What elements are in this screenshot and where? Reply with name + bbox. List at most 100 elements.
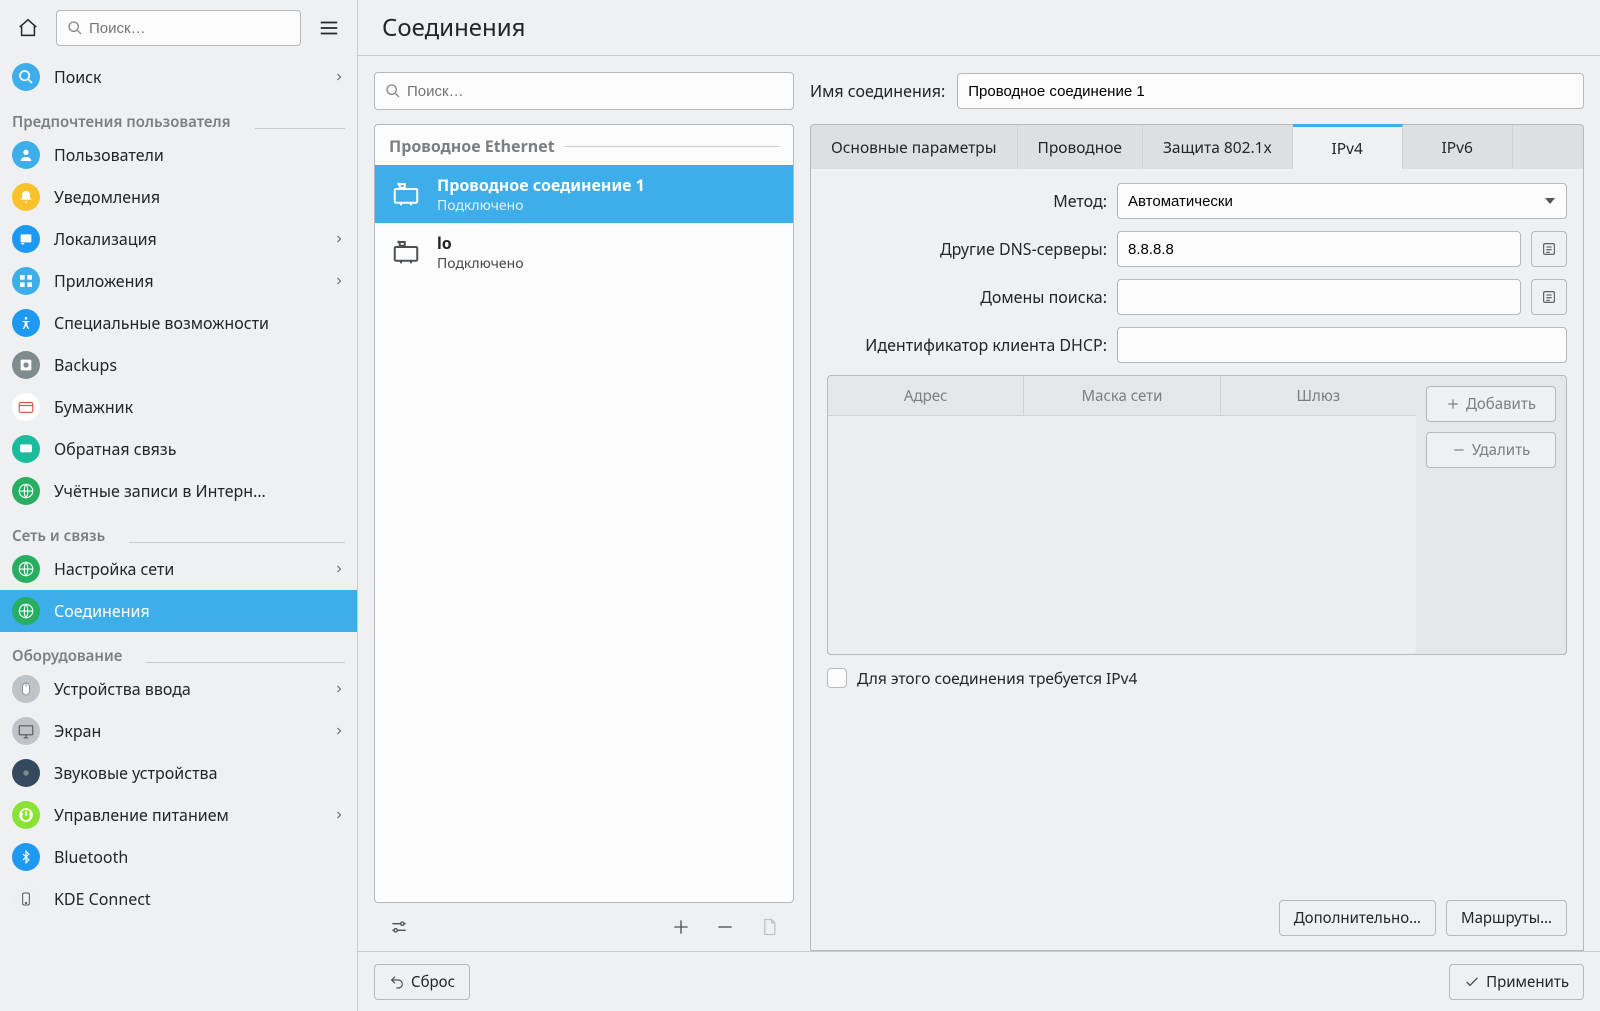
sidebar-category-title: Сеть и связь xyxy=(12,526,105,546)
page-title: Соединения xyxy=(382,11,526,44)
routes-button[interactable]: Маршруты… xyxy=(1446,900,1567,936)
connection-group-title: Проводное Ethernet xyxy=(389,135,555,157)
connection-item[interactable]: lo Подключено xyxy=(375,223,793,281)
export-connection-button[interactable] xyxy=(750,908,788,946)
dns-label: Другие DNS-серверы: xyxy=(827,238,1107,260)
apply-button[interactable]: Применить xyxy=(1449,964,1584,1000)
address-buttons: Добавить Удалить xyxy=(1416,376,1566,654)
dns-input[interactable] xyxy=(1117,231,1521,267)
chevron-right-icon xyxy=(333,683,345,695)
domains-input[interactable] xyxy=(1117,279,1521,315)
tabs: Основные параметрыПроводноеЗащита 802.1x… xyxy=(810,124,1584,169)
ipv4-required-checkbox[interactable] xyxy=(827,668,847,688)
sidebar-item-label: Бумажник xyxy=(54,396,133,418)
method-select[interactable]: Автоматически xyxy=(1117,183,1567,219)
sidebar-item[interactable]: Звуковые устройства xyxy=(0,752,357,794)
sidebar-item-label: Пользователи xyxy=(54,144,164,166)
form-body: Метод: Автоматически Другие DNS-серверы: xyxy=(810,169,1584,951)
connection-status: Подключено xyxy=(437,196,645,215)
sidebar-item[interactable]: Учётные записи в Интерн… xyxy=(0,470,357,512)
undo-icon xyxy=(389,974,405,990)
sidebar-item-search[interactable]: Поиск xyxy=(0,56,357,98)
users-icon xyxy=(12,141,40,169)
sidebar-item[interactable]: Backups xyxy=(0,344,357,386)
home-icon xyxy=(17,17,39,39)
bt-icon xyxy=(12,843,40,871)
sidebar-search-input[interactable] xyxy=(89,20,290,37)
sidebar-item[interactable]: Локализация xyxy=(0,218,357,260)
address-table: АдресМаска сетиШлюз Добавить Удалить xyxy=(827,375,1567,655)
dhcp-row: Идентификатор клиента DHCP: xyxy=(827,327,1567,363)
minus-icon xyxy=(715,917,735,937)
sidebar-item-label: Учётные записи в Интерн… xyxy=(54,480,266,502)
main: Соединения Проводное Ethernet Проводное … xyxy=(358,0,1600,1011)
connection-list: Проводное Ethernet Проводное соединение … xyxy=(374,124,794,903)
sidebar-item-label: Обратная связь xyxy=(54,438,176,460)
connection-status: Подключено xyxy=(437,254,524,273)
sidebar-item[interactable]: Обратная связь xyxy=(0,428,357,470)
address-body[interactable] xyxy=(828,416,1416,654)
chevron-right-icon xyxy=(333,275,345,287)
add-connection-button[interactable] xyxy=(662,908,700,946)
sidebar-search[interactable] xyxy=(56,10,301,46)
sidebar-item[interactable]: Бумажник xyxy=(0,386,357,428)
address-column-header: Маска сети xyxy=(1024,376,1220,415)
sidebar-item[interactable]: Настройка сети xyxy=(0,548,357,590)
sidebar-item[interactable]: Устройства ввода xyxy=(0,668,357,710)
search-icon xyxy=(12,63,40,91)
tab[interactable]: IPv6 xyxy=(1403,125,1513,169)
connection-panel: Проводное Ethernet Проводное соединение … xyxy=(374,72,794,951)
dns-edit-button[interactable] xyxy=(1531,231,1567,267)
sidebar-item[interactable]: KDE Connect xyxy=(0,878,357,920)
home-button[interactable] xyxy=(8,8,48,48)
connection-search[interactable] xyxy=(374,72,794,110)
globe-icon xyxy=(12,555,40,583)
connection-name-input[interactable] xyxy=(957,73,1584,109)
sidebar-category-title: Предпочтения пользователя xyxy=(12,112,231,132)
connection-item[interactable]: Проводное соединение 1 Подключено xyxy=(375,165,793,223)
address-remove-button[interactable]: Удалить xyxy=(1426,432,1556,468)
dns-row: Другие DNS-серверы: xyxy=(827,231,1567,267)
domains-edit-button[interactable] xyxy=(1531,279,1567,315)
search-icon xyxy=(67,20,83,36)
advanced-button[interactable]: Дополнительно… xyxy=(1279,900,1436,936)
remove-connection-button[interactable] xyxy=(706,908,744,946)
sidebar-item[interactable]: Пользователи xyxy=(0,134,357,176)
sidebar-category: Оборудование xyxy=(0,632,357,668)
reset-button[interactable]: Сброс xyxy=(374,964,470,1000)
address-grid: АдресМаска сетиШлюз xyxy=(828,376,1416,654)
domains-label: Домены поиска: xyxy=(827,286,1107,308)
tab[interactable]: Основные параметры xyxy=(811,125,1018,169)
sidebar-item-label: Управление питанием xyxy=(54,804,229,826)
chevron-right-icon xyxy=(333,563,345,575)
tab[interactable]: Защита 802.1x xyxy=(1143,125,1293,169)
minus-icon xyxy=(1452,443,1466,457)
sidebar-item[interactable]: Управление питанием xyxy=(0,794,357,836)
chevron-right-icon xyxy=(333,71,345,83)
sidebar-item[interactable]: Уведомления xyxy=(0,176,357,218)
sidebar-item[interactable]: Приложения xyxy=(0,260,357,302)
method-label: Метод: xyxy=(827,190,1107,212)
configure-button[interactable] xyxy=(380,908,418,946)
sidebar: Поиск Предпочтения пользователя Пользова… xyxy=(0,0,358,1011)
connection-search-input[interactable] xyxy=(407,83,783,100)
address-add-button[interactable]: Добавить xyxy=(1426,386,1556,422)
sidebar-category: Сеть и связь xyxy=(0,512,357,548)
locale-icon xyxy=(12,225,40,253)
sidebar-item[interactable]: Экран xyxy=(0,710,357,752)
dhcp-input[interactable] xyxy=(1117,327,1567,363)
sidebar-item-label: Экран xyxy=(54,720,101,742)
plus-icon xyxy=(1446,397,1460,411)
sidebar-item-label: Соединения xyxy=(54,600,150,622)
tab[interactable]: IPv4 xyxy=(1293,124,1403,169)
globe-icon xyxy=(12,477,40,505)
sidebar-item[interactable]: Bluetooth xyxy=(0,836,357,878)
sidebar-item[interactable]: Специальные возможности xyxy=(0,302,357,344)
sidebar-category-title: Оборудование xyxy=(12,646,122,666)
hamburger-button[interactable] xyxy=(309,8,349,48)
tab[interactable]: Проводное xyxy=(1018,125,1143,169)
address-column-header: Шлюз xyxy=(1221,376,1416,415)
sidebar-scroll[interactable]: Поиск Предпочтения пользователя Пользова… xyxy=(0,56,357,1011)
sidebar-item[interactable]: Соединения xyxy=(0,590,357,632)
wallet-icon xyxy=(12,393,40,421)
